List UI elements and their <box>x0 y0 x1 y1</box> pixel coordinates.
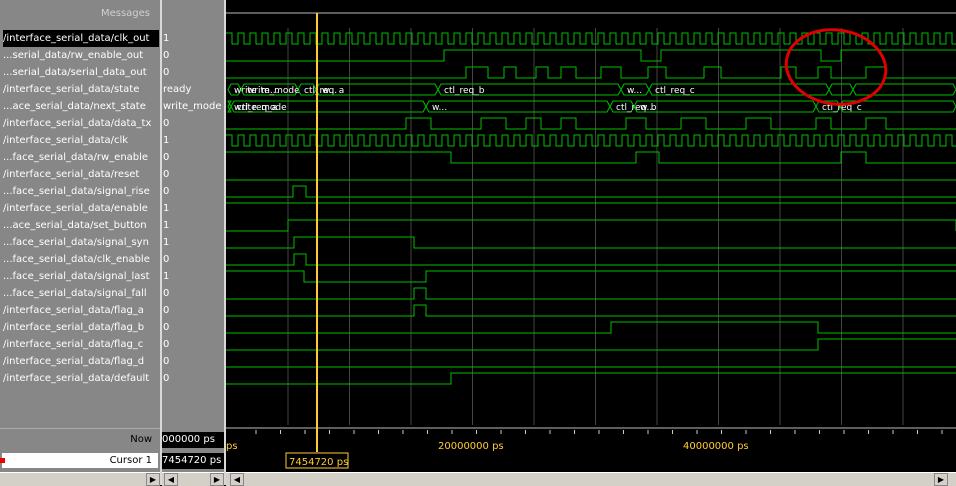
signal-value: 0 <box>163 186 170 197</box>
bus-value-label: ctl_req_c <box>655 86 695 96</box>
cursor-label: Cursor 1 <box>109 455 152 466</box>
waveform-trace <box>226 372 956 385</box>
signal-value: 0 <box>163 254 170 265</box>
signal-name[interactable]: ...ace_serial_data/set_button <box>3 217 159 234</box>
signal-value: 1 <box>163 33 170 44</box>
signal-name[interactable]: /interface_serial_data/state <box>3 81 159 98</box>
bus-value-label: ctl_req_b <box>444 86 485 96</box>
bus-value-label: w... <box>640 103 655 113</box>
waveform-trace <box>226 117 956 130</box>
waveform-trace <box>226 185 956 198</box>
bus-value-label: ctl_req_a <box>237 103 277 113</box>
signal-name[interactable]: /interface_serial_data/flag_d <box>3 353 159 370</box>
signal-name[interactable]: /interface_serial_data/flag_c <box>3 336 159 353</box>
messages-header: Messages <box>100 8 150 19</box>
signal-value: 0 <box>163 152 170 163</box>
signal-value: 0 <box>163 118 170 129</box>
signal-name[interactable]: ...face_serial_data/signal_rise <box>3 183 159 200</box>
waveform-scrollbar[interactable] <box>226 472 956 486</box>
signal-name[interactable]: ...face_serial_data/clk_enable <box>3 251 159 268</box>
bus-segment <box>852 83 956 96</box>
cursor-value: 7454720 ps <box>162 453 224 469</box>
signal-name-pane: Messages /interface_serial_data/clk_out.… <box>0 0 160 485</box>
signal-value: 0 <box>163 356 170 367</box>
signal-value: ready <box>163 84 192 95</box>
scroll-right-icon[interactable]: ▶ <box>934 473 948 486</box>
waveform-trace <box>226 270 956 283</box>
signal-name[interactable]: /interface_serial_data/clk <box>3 132 159 149</box>
signal-value: 0 <box>163 373 170 384</box>
bus-segment <box>425 100 611 113</box>
signal-value: 0 <box>163 288 170 299</box>
bus-value-label: w... <box>322 86 337 96</box>
signal-value: 0 <box>163 322 170 333</box>
waveform-trace <box>226 32 956 45</box>
time-axis-label: ps <box>226 441 238 452</box>
signal-name[interactable]: /interface_serial_data/flag_a <box>3 302 159 319</box>
now-value: 000000 ps <box>162 432 224 448</box>
signal-name[interactable]: /interface_serial_data/flag_b <box>3 319 159 336</box>
waveform-trace <box>226 134 956 147</box>
signal-name[interactable]: /interface_serial_data/default <box>3 370 159 387</box>
waveform-pane[interactable]: write_m...write_mode ctl_req_aw... ctl_req… <box>226 0 956 470</box>
scroll-right-icon[interactable]: ▶ <box>146 473 160 486</box>
signal-name[interactable]: /interface_serial_data/data_tx <box>3 115 159 132</box>
signal-value: 0 <box>163 169 170 180</box>
waveform-trace <box>226 219 956 232</box>
signal-name[interactable]: ...ace_serial_data/next_state <box>3 98 159 115</box>
signal-value: 1 <box>163 135 170 146</box>
scroll-left-icon[interactable]: ◀ <box>230 473 244 486</box>
bus-value-label: write_mode <box>247 86 300 96</box>
signal-value: 0 <box>163 305 170 316</box>
signal-name[interactable]: /interface_serial_data/enable <box>3 200 159 217</box>
time-axis-label: 40000000 ps <box>683 441 749 452</box>
signal-name[interactable]: ...serial_data/rw_enable_out <box>3 47 159 64</box>
wave-header <box>226 0 956 13</box>
waveform-trace <box>226 66 956 79</box>
signal-value-pane: 1 0 0 ready write_mode 0 1 0 0 0 1 1 1 0 1 0 0 0 0 0 0 00000… <box>162 0 224 485</box>
bus-segment <box>633 100 817 113</box>
signal-name[interactable]: ...face_serial_data/signal_syn <box>3 234 159 251</box>
signal-value: 1 <box>163 220 170 231</box>
signal-value: 1 <box>163 271 170 282</box>
scroll-left-icon[interactable]: ◀ <box>164 473 178 486</box>
waveform-trace <box>226 304 956 317</box>
signal-name[interactable]: ...serial_data/serial_data_out <box>3 64 159 81</box>
bus-value-label: w... <box>432 103 447 113</box>
signal-name[interactable]: ...face_serial_data/signal_fall <box>3 285 159 302</box>
cursor-readout: 7454720 ps <box>289 457 348 468</box>
signal-name[interactable]: /interface_serial_data/clk_out <box>3 30 159 47</box>
signal-value: 0 <box>163 339 170 350</box>
signal-name[interactable]: ...face_serial_data/rw_enable <box>3 149 159 166</box>
signal-name[interactable]: /interface_serial_data/reset <box>3 166 159 183</box>
waveform-trace <box>226 253 956 266</box>
signal-name[interactable]: ...face_serial_data/signal_last <box>3 268 159 285</box>
waveform-trace <box>226 287 956 300</box>
waveform-trace <box>226 321 956 334</box>
name-pane-scrollbar[interactable] <box>0 472 160 486</box>
signal-value: 1 <box>163 237 170 248</box>
bus-value-label: w... <box>627 86 642 96</box>
divider <box>0 428 160 429</box>
waveform-trace <box>226 236 956 249</box>
signal-value: 0 <box>163 67 170 78</box>
signal-value: 1 <box>163 203 170 214</box>
now-label: Now <box>130 434 152 445</box>
cursor-marker-icon <box>0 458 5 463</box>
waveform-trace <box>226 49 956 62</box>
signal-value: 0 <box>163 50 170 61</box>
time-axis-label: 20000000 ps <box>438 441 504 452</box>
scroll-right-icon[interactable]: ▶ <box>210 473 224 486</box>
signal-value: write_mode <box>163 101 222 112</box>
waveform-trace <box>226 338 956 351</box>
waveform-trace <box>226 151 956 164</box>
